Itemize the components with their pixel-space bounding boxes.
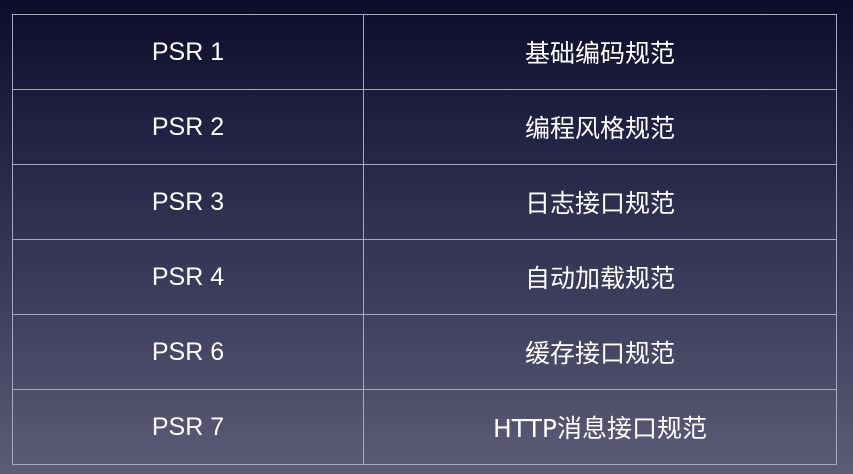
table-row: PSR 2 编程风格规范 [12, 89, 837, 165]
standard-cell: PSR 4 [12, 239, 364, 315]
standard-cell: PSR 2 [12, 89, 364, 165]
table-row: PSR 7 HTTP消息接口规范 [12, 389, 837, 465]
standard-cell: PSR 7 [12, 389, 364, 465]
description-cell: 日志接口规范 [363, 164, 837, 240]
psr-standards-table: PSR 1 基础编码规范 PSR 2 编程风格规范 PSR 3 日志接口规范 P… [12, 14, 837, 465]
description-cell: HTTP消息接口规范 [363, 389, 837, 465]
description-cell: 自动加载规范 [363, 239, 837, 315]
description-cell: 缓存接口规范 [363, 314, 837, 390]
table-row: PSR 3 日志接口规范 [12, 164, 837, 240]
table-row: PSR 4 自动加载规范 [12, 239, 837, 315]
standard-cell: PSR 1 [12, 14, 364, 90]
table-row: PSR 6 缓存接口规范 [12, 314, 837, 390]
standard-cell: PSR 6 [12, 314, 364, 390]
standard-cell: PSR 3 [12, 164, 364, 240]
description-cell: 基础编码规范 [363, 14, 837, 90]
table-row: PSR 1 基础编码规范 [12, 14, 837, 90]
description-cell: 编程风格规范 [363, 89, 837, 165]
table-body: PSR 1 基础编码规范 PSR 2 编程风格规范 PSR 3 日志接口规范 P… [12, 14, 837, 465]
